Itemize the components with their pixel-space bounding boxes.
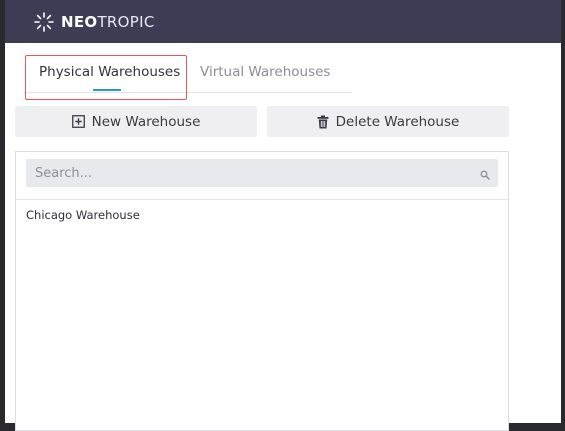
new-warehouse-label: New Warehouse xyxy=(91,113,201,130)
search-bar xyxy=(26,159,498,187)
list-divider xyxy=(16,199,508,200)
search-input[interactable] xyxy=(26,159,466,187)
list-item-chicago-warehouse[interactable]: Chicago Warehouse xyxy=(26,208,140,222)
warehouses-panel: Physical Warehouses Virtual Warehouses N… xyxy=(5,43,561,431)
tab-virtual-warehouses[interactable]: Virtual Warehouses xyxy=(200,54,330,92)
plus-square-icon xyxy=(71,115,85,128)
tab-physical-warehouses[interactable]: Physical Warehouses xyxy=(39,54,180,92)
delete-warehouse-button[interactable]: Delete Warehouse xyxy=(267,106,509,137)
app-logo[interactable]: NEOTROPIC xyxy=(33,10,155,34)
new-warehouse-button[interactable]: New Warehouse xyxy=(15,106,257,137)
sunburst-logo-icon xyxy=(34,12,54,32)
logo-wordmark: NEOTROPIC xyxy=(61,13,155,31)
search-icon[interactable] xyxy=(480,167,490,185)
delete-warehouse-label: Delete Warehouse xyxy=(335,113,460,130)
top-bar: NEOTROPIC xyxy=(5,0,561,43)
trash-icon xyxy=(317,115,329,129)
active-tab-indicator xyxy=(93,89,121,91)
logo-text-thin: TROPIC xyxy=(97,13,155,31)
warehouse-tabs: Physical Warehouses Virtual Warehouses xyxy=(24,54,352,93)
logo-text-bold: NEO xyxy=(61,13,98,31)
warehouse-list-box: Chicago Warehouse xyxy=(15,151,509,431)
